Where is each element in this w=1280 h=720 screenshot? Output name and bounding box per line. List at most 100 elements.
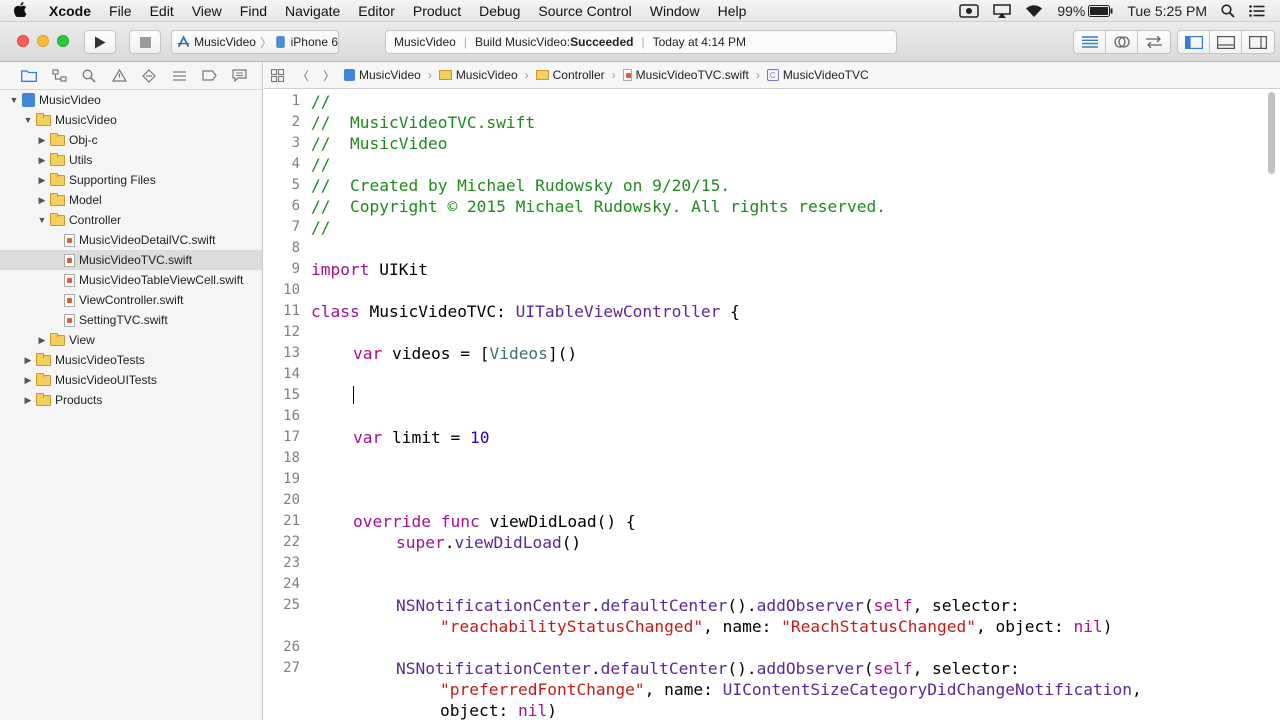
menu-view[interactable]: View <box>183 3 231 19</box>
breadcrumb-group-controller[interactable]: Controller › <box>534 68 621 82</box>
breadcrumb-symbol[interactable]: C MusicVideoTVC <box>765 68 871 82</box>
tree-item-label: Products <box>55 393 103 407</box>
disclosure-open-icon[interactable]: ▼ <box>9 95 19 105</box>
go-back-icon[interactable]: 〈 <box>290 67 316 84</box>
clock[interactable]: Tue 5:25 PM <box>1120 3 1214 19</box>
battery-percentage[interactable]: 99% <box>1050 3 1120 19</box>
close-window-button[interactable] <box>17 35 29 47</box>
debug-navigator-tab-icon[interactable] <box>164 70 194 82</box>
report-navigator-tab-icon[interactable] <box>224 69 254 82</box>
breadcrumb-file[interactable]: MusicVideoTVC.swift › <box>621 68 765 82</box>
code-text-segment: ( <box>863 596 874 615</box>
standard-editor-button[interactable] <box>1074 31 1106 53</box>
keyword: self <box>873 659 913 678</box>
version-editor-icon <box>1146 36 1162 48</box>
keyword: super <box>396 533 445 552</box>
folder-icon <box>50 212 65 226</box>
scheme-target: MusicVideo <box>194 35 256 49</box>
code-text-segment: . <box>590 659 601 678</box>
run-button[interactable] <box>84 30 116 54</box>
breadcrumb-chevron-icon: › <box>755 68 760 82</box>
menu-editor[interactable]: Editor <box>349 3 404 19</box>
number-literal: 10 <box>469 428 490 447</box>
airplay-icon[interactable] <box>986 3 1018 18</box>
disclosure-closed-icon[interactable]: ▶ <box>23 375 33 386</box>
disclosure-closed-icon[interactable]: ▶ <box>37 175 47 186</box>
menu-product[interactable]: Product <box>404 3 470 19</box>
version-editor-button[interactable] <box>1138 31 1170 53</box>
tree-item-folder-musicvideouitests[interactable]: ▶ MusicVideoUITests <box>0 370 262 390</box>
tree-item-label: ViewController.swift <box>79 293 184 307</box>
tree-item-folder-musicvideo[interactable]: ▼ MusicVideo <box>0 110 262 130</box>
related-items-icon[interactable] <box>264 68 290 82</box>
test-navigator-tab-icon[interactable] <box>134 68 164 83</box>
menu-source-control[interactable]: Source Control <box>529 3 640 19</box>
disclosure-closed-icon[interactable]: ▶ <box>37 155 47 166</box>
toggle-navigator-button[interactable] <box>1178 31 1210 53</box>
zoom-window-button[interactable] <box>57 35 69 47</box>
disclosure-open-icon[interactable]: ▼ <box>23 115 33 125</box>
menu-edit[interactable]: Edit <box>141 3 183 19</box>
menu-window[interactable]: Window <box>641 3 709 19</box>
menu-debug[interactable]: Debug <box>470 3 529 19</box>
line-number: 18 <box>283 450 300 466</box>
disclosure-closed-icon[interactable]: ▶ <box>37 135 47 146</box>
tree-item-file-musicvideotableviewcell[interactable]: MusicVideoTableViewCell.swift <box>0 270 262 290</box>
assistant-editor-button[interactable] <box>1106 31 1138 53</box>
disclosure-open-icon[interactable]: ▼ <box>37 215 47 225</box>
line-number: 3 <box>291 135 300 151</box>
screen-recording-icon[interactable] <box>952 3 986 18</box>
scheme-selector[interactable]: MusicVideo 〉 iPhone 6 <box>171 30 339 54</box>
spotlight-search-icon[interactable] <box>1214 3 1242 18</box>
disclosure-closed-icon[interactable]: ▶ <box>23 355 33 366</box>
breadcrumb-project[interactable]: MusicVideo › <box>342 68 437 82</box>
code-text-segment: viewDidLoad() { <box>479 512 636 531</box>
tree-item-folder-products[interactable]: ▶ Products <box>0 390 262 410</box>
code-text-segment: MusicVideoTVC: <box>359 302 516 321</box>
string-literal: "preferredFontChange" <box>440 680 645 699</box>
menu-app-xcode[interactable]: Xcode <box>40 3 100 19</box>
stop-button[interactable] <box>129 30 161 54</box>
disclosure-closed-icon[interactable]: ▶ <box>37 195 47 206</box>
tree-item-file-viewcontroller[interactable]: ViewController.swift <box>0 290 262 310</box>
tree-item-folder-musicvideotests[interactable]: ▶ MusicVideoTests <box>0 350 262 370</box>
tree-item-label: MusicVideoDetailVC.swift <box>79 233 216 247</box>
disclosure-closed-icon[interactable]: ▶ <box>23 395 33 406</box>
tree-item-file-musicvideotvc[interactable]: MusicVideoTVC.swift <box>0 250 262 270</box>
find-navigator-tab-icon[interactable] <box>74 69 104 83</box>
toggle-debug-area-button[interactable] <box>1210 31 1242 53</box>
code-line-5: // Created by Michael Rudowsky on 9/20/1… <box>311 175 730 196</box>
go-forward-icon[interactable]: 〉 <box>316 67 342 84</box>
tree-item-file-settingtvc[interactable]: SettingTVC.swift <box>0 310 262 330</box>
tree-item-file-musicvideodetailvc[interactable]: MusicVideoDetailVC.swift <box>0 230 262 250</box>
menu-navigate[interactable]: Navigate <box>276 3 349 19</box>
disclosure-closed-icon[interactable]: ▶ <box>37 335 47 346</box>
menu-file[interactable]: File <box>100 3 141 19</box>
symbol-navigator-tab-icon[interactable] <box>44 69 74 82</box>
minimize-window-button[interactable] <box>37 35 49 47</box>
source-editor[interactable]: 1 2 3 4 5 6 7 8 9 10 11 12 13 14 15 16 1… <box>264 90 1280 720</box>
line-number: 7 <box>291 219 300 235</box>
breadcrumb-group-musicvideo[interactable]: MusicVideo › <box>437 68 534 82</box>
wifi-icon[interactable] <box>1018 4 1050 18</box>
comment: // <box>311 92 331 111</box>
menu-help[interactable]: Help <box>709 3 756 19</box>
code-line-17: var limit = 10 <box>353 427 489 448</box>
toggle-utilities-button[interactable] <box>1242 31 1274 53</box>
notification-center-icon[interactable] <box>1242 4 1272 17</box>
menu-find[interactable]: Find <box>231 3 276 19</box>
apple-menu-icon[interactable] <box>0 1 40 20</box>
tree-item-folder-objc[interactable]: ▶ Obj-c <box>0 130 262 150</box>
issue-navigator-tab-icon[interactable] <box>104 69 134 82</box>
vertical-scrollbar-thumb[interactable] <box>1268 92 1275 174</box>
tree-item-folder-model[interactable]: ▶ Model <box>0 190 262 210</box>
project-navigator-tab-icon[interactable] <box>14 69 44 82</box>
tree-item-folder-supporting-files[interactable]: ▶ Supporting Files <box>0 170 262 190</box>
tree-item-project-musicvideo[interactable]: ▼ MusicVideo <box>0 90 262 110</box>
tree-item-folder-view[interactable]: ▶ View <box>0 330 262 350</box>
line-number: 22 <box>283 534 300 550</box>
tree-item-folder-controller[interactable]: ▼ Controller <box>0 210 262 230</box>
tree-item-folder-utils[interactable]: ▶ Utils <box>0 150 262 170</box>
code-text-segment: , name: <box>644 680 723 699</box>
breakpoint-navigator-tab-icon[interactable] <box>194 70 224 81</box>
